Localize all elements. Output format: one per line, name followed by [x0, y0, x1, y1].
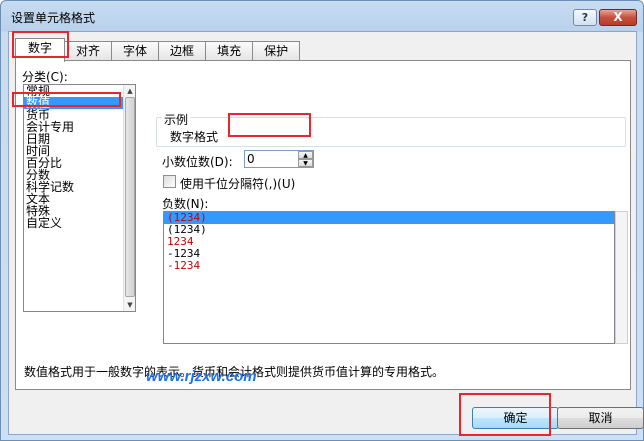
- help-button[interactable]: ?: [573, 9, 597, 26]
- tab-border[interactable]: 边框: [158, 41, 207, 62]
- sample-value: 数字格式: [170, 130, 219, 144]
- tab-protection[interactable]: 保护: [252, 41, 301, 62]
- negative-item-minus[interactable]: -1234: [164, 248, 614, 260]
- thousands-separator-checkbox[interactable]: [163, 175, 176, 188]
- dialog-body: 数字 对齐 字体 边框 填充 保护 分类(C): 常规 数值 货币 会计专用 日…: [8, 31, 644, 435]
- dialog-title: 设置单元格格式: [11, 11, 96, 25]
- tab-number[interactable]: 数字: [15, 38, 66, 62]
- ok-button[interactable]: 确定: [472, 407, 559, 429]
- tab-alignment[interactable]: 对齐: [64, 41, 113, 62]
- tab-font[interactable]: 字体: [111, 41, 160, 62]
- scroll-down-icon[interactable]: ▼: [124, 299, 135, 311]
- category-scroll-thumb[interactable]: [125, 97, 135, 297]
- scroll-up-icon[interactable]: ▲: [124, 85, 135, 97]
- negative-item-red-paren[interactable]: (1234): [164, 212, 614, 224]
- decimal-places-input[interactable]: [247, 152, 297, 166]
- category-label: 分类(C):: [22, 70, 68, 84]
- negative-item-paren[interactable]: (1234): [164, 224, 614, 236]
- negative-item-red-minus[interactable]: -1234: [164, 260, 614, 272]
- spin-up-icon[interactable]: ▲: [298, 151, 313, 159]
- tab-fill[interactable]: 填充: [205, 41, 254, 62]
- sample-group: [156, 117, 626, 147]
- tab-strip: 数字 对齐 字体 边框 填充 保护: [15, 38, 301, 62]
- thousands-separator-label[interactable]: 使用千位分隔符(,)(U): [180, 175, 295, 192]
- spin-down-icon[interactable]: ▼: [298, 159, 313, 167]
- category-item-custom[interactable]: 自定义: [24, 217, 135, 229]
- close-button[interactable]: X: [599, 9, 637, 26]
- negative-numbers-list[interactable]: (1234) (1234) 1234 -1234 -1234: [163, 211, 615, 344]
- decimal-places-spinner[interactable]: ▲ ▼: [244, 150, 314, 168]
- number-tab-panel: 分类(C): 常规 数值 货币 会计专用 日期 时间 百分比 分数 科学记数 文…: [15, 60, 631, 390]
- sample-label: 示例: [162, 111, 191, 128]
- category-list[interactable]: 常规 数值 货币 会计专用 日期 时间 百分比 分数 科学记数 文本 特殊 自定…: [23, 84, 136, 312]
- decimal-places-label: 小数位数(D):: [162, 155, 233, 169]
- negative-list-scrollbar[interactable]: [615, 211, 628, 344]
- negative-item-red[interactable]: 1234: [164, 236, 614, 248]
- format-cells-dialog: 设置单元格格式 ? X 数字 对齐 字体 边框 填充 保护 分类(C): 常规 …: [0, 0, 644, 441]
- negative-numbers-label: 负数(N):: [162, 197, 209, 211]
- category-scrollbar[interactable]: ▲ ▼: [123, 85, 135, 311]
- title-bar[interactable]: 设置单元格格式 ? X: [1, 1, 643, 31]
- watermark-logo: www.rjzxw.com: [146, 368, 257, 385]
- cancel-button[interactable]: 取消: [557, 407, 644, 429]
